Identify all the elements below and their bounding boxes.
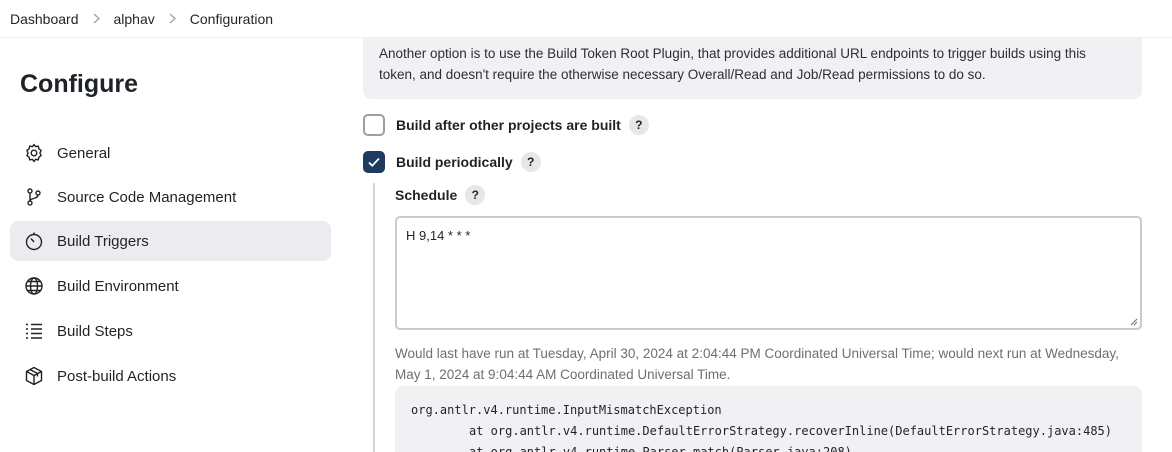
sidebar-item-label: Source Code Management (57, 188, 237, 206)
sidebar-item-build-triggers[interactable]: Build Triggers (10, 221, 331, 261)
info-text: Another option is to use the Build Token… (363, 38, 1142, 99)
timer-icon (24, 231, 44, 251)
breadcrumb: Dashboard alphav Configuration (0, 0, 1172, 38)
error-line: org.antlr.v4.runtime.InputMismatchExcept… (411, 403, 722, 417)
build-periodically-checkbox[interactable] (363, 151, 385, 173)
sidebar: Configure General Source Code Management… (0, 38, 345, 452)
schedule-label-row: Schedule ? (395, 185, 486, 205)
build-after-label[interactable]: Build after other projects are built (396, 117, 621, 133)
error-line: at org.antlr.v4.runtime.Parser.match(Par… (469, 445, 852, 452)
sidebar-item-label: Post-build Actions (57, 367, 177, 385)
schedule-textarea[interactable]: H 9,14 * * * (395, 216, 1142, 330)
schedule-run-info: Would last have run at Tuesday, April 30… (395, 346, 1119, 382)
chevron-right-icon (168, 13, 177, 24)
checkmark-icon (368, 157, 380, 167)
package-icon (24, 366, 44, 386)
build-periodically-row: Build periodically ? (363, 151, 541, 173)
breadcrumb-configuration[interactable]: Configuration (190, 11, 273, 27)
gear-icon (24, 143, 44, 163)
sidebar-item-post-build-actions[interactable]: Post-build Actions (10, 356, 331, 396)
help-icon[interactable]: ? (628, 115, 649, 135)
sidebar-item-label: Build Environment (57, 277, 179, 295)
sidebar-item-build-steps[interactable]: Build Steps (10, 311, 331, 351)
error-line: at org.antlr.v4.runtime.DefaultErrorStra… (469, 424, 1112, 438)
breadcrumb-alphav[interactable]: alphav (114, 11, 155, 27)
breadcrumb-dashboard[interactable]: Dashboard (10, 11, 79, 27)
sidebar-item-source-code-management[interactable]: Source Code Management (10, 177, 331, 217)
list-icon (24, 321, 44, 341)
page-title: Configure (20, 70, 139, 98)
sidebar-item-general[interactable]: General (10, 133, 331, 173)
sidebar-item-label: Build Triggers (57, 232, 149, 250)
schedule-value: H 9,14 * * * (406, 228, 471, 243)
help-icon[interactable]: ? (465, 185, 486, 205)
sidebar-item-label: Build Steps (57, 322, 133, 340)
sidebar-item-label: General (57, 144, 111, 162)
globe-icon (24, 276, 44, 296)
section-divider (373, 183, 375, 452)
help-icon[interactable]: ? (520, 152, 541, 172)
error-stacktrace: org.antlr.v4.runtime.InputMismatchExcept… (395, 386, 1142, 452)
sidebar-item-build-environment[interactable]: Build Environment (10, 266, 331, 306)
build-after-checkbox[interactable] (363, 114, 385, 136)
schedule-label: Schedule (395, 187, 458, 203)
build-periodically-label[interactable]: Build periodically (396, 154, 513, 170)
chevron-right-icon (92, 13, 101, 24)
resize-grip-icon[interactable] (1130, 318, 1138, 326)
branch-icon (24, 187, 44, 207)
build-after-row: Build after other projects are built ? (363, 114, 649, 136)
